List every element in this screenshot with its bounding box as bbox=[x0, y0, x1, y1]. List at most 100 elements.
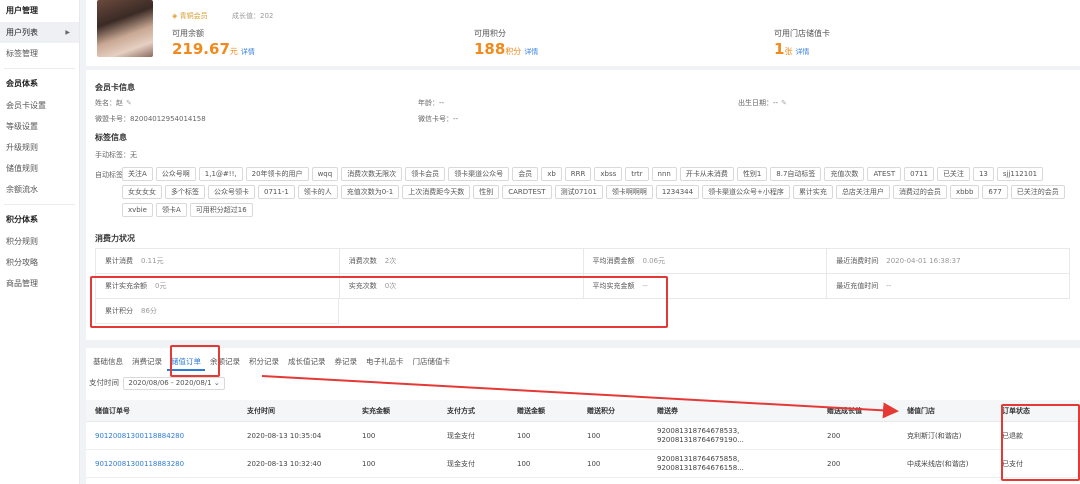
orders-table: 储值订单号 支付时间 实充金额 支付方式 赠送金额 赠送积分 赠送券 赠送成长值… bbox=[86, 400, 1080, 478]
date-range-value: 2020/08/06 - 2020/08/1 bbox=[128, 379, 212, 387]
column-header: 赠送成长值 bbox=[827, 407, 862, 415]
sidebar-item-stored-value-rules[interactable]: 储值规则 bbox=[0, 158, 79, 179]
sidebar-item-card-settings[interactable]: 会员卡设置 bbox=[0, 95, 79, 116]
auto-tag: 1234344 bbox=[655, 185, 700, 199]
amount-cell: 100 bbox=[362, 459, 376, 468]
sidebar-item-tag-manage[interactable]: 标签管理 bbox=[0, 43, 79, 64]
sidebar-item-upgrade-rules[interactable]: 升级规则 bbox=[0, 137, 79, 158]
points-detail-link[interactable]: 详情 bbox=[524, 48, 538, 56]
auto-tag: 充值次数为0-1 bbox=[340, 185, 400, 199]
table-row: 90120081300118884280 2020-08-13 10:35:04… bbox=[86, 422, 1080, 450]
auto-tag: 消费次数无限次 bbox=[341, 167, 403, 181]
balance-unit: 元 bbox=[229, 47, 238, 56]
stat-cell: 累计消费 0.11元 bbox=[95, 249, 339, 273]
auto-tag: xb bbox=[541, 167, 562, 181]
wechat-card-no: 微信卡号：-- bbox=[418, 115, 459, 123]
order-number-link[interactable]: 90120081300118883280 bbox=[86, 460, 238, 468]
auto-tag: xvbie bbox=[122, 203, 153, 217]
auto-tag: 公众号领卡 bbox=[208, 185, 255, 199]
store-cell: 克利斯汀(和谐店) bbox=[907, 431, 962, 440]
sidebar-item-points-rules[interactable]: 积分规则 bbox=[0, 231, 79, 252]
stat-label: 平均实充金额 bbox=[592, 282, 635, 290]
tab-store-cards[interactable]: 门店储值卡 bbox=[409, 353, 455, 371]
stored-cards-amount: 1 bbox=[774, 40, 785, 58]
column-header: 支付时间 bbox=[247, 407, 275, 415]
member-birthday: 出生日期：-- bbox=[738, 99, 779, 107]
auto-tag: 上次消费距今天数 bbox=[402, 185, 471, 199]
tab-consumption-records[interactable]: 消费记录 bbox=[128, 353, 166, 371]
date-range-input[interactable]: 2020/08/06 - 2020/08/1 ⌄ bbox=[123, 377, 225, 390]
column-header: 订单状态 bbox=[1002, 407, 1030, 415]
sidebar-item-label: 用户列表 bbox=[6, 28, 38, 37]
stat-cell: 平均消费金额 0.06元 bbox=[582, 249, 827, 273]
points-amount: 188 bbox=[474, 40, 506, 58]
sidebar-item-user-list[interactable]: 用户列表 ▶ bbox=[0, 22, 79, 43]
tab-stored-value-orders[interactable]: 储值订单 bbox=[167, 353, 205, 371]
consumption-row: 累计实充余额 0元 实充次数 0次 平均实充金额 -- 最近充值时间 -- bbox=[95, 274, 1070, 299]
member-card-info-title: 会员卡信息 bbox=[95, 83, 135, 92]
stat-label: 最近消费时间 bbox=[836, 257, 879, 265]
orders-card: 基础信息 消费记录 储值订单 余额记录 积分记录 成长值记录 券记录 电子礼品卡… bbox=[86, 348, 1080, 484]
column-header: 实充金额 bbox=[362, 407, 390, 415]
stored-cards-unit: 张 bbox=[784, 47, 793, 56]
edit-icon[interactable]: ✎ bbox=[781, 99, 787, 107]
stat-cell: 最近充值时间 -- bbox=[826, 274, 1070, 298]
order-number-link[interactable]: 90120081300118884280 bbox=[86, 432, 238, 440]
consumption-table: 累计消费 0.11元 消费次数 2次 平均消费金额 0.06元 最近消费时间 2020-… bbox=[95, 248, 1070, 324]
bonus-amount-cell: 100 bbox=[517, 431, 531, 440]
member-name: 姓名：赵 bbox=[95, 99, 123, 107]
sidebar-item-goods-manage[interactable]: 商品管理 bbox=[0, 273, 79, 294]
member-birthday-field: 出生日期：-- ✎ bbox=[738, 98, 787, 108]
stat-label: 累计实充余额 bbox=[105, 282, 147, 290]
balance-detail-link[interactable]: 详情 bbox=[241, 48, 255, 56]
bonus-coupon-cell: 920081318764675858, 920081318764676158..… bbox=[657, 454, 744, 472]
auto-tag: 累计实充 bbox=[792, 185, 833, 199]
auto-tag: wqq bbox=[311, 167, 339, 181]
avatar bbox=[97, 0, 153, 57]
sidebar: 用户管理 用户列表 ▶ 标签管理 会员体系 会员卡设置 等级设置 升级规则 储值… bbox=[0, 0, 80, 484]
pay-time-cell: 2020-08-13 10:32:40 bbox=[247, 459, 322, 468]
tab-gift-cards[interactable]: 电子礼品卡 bbox=[362, 353, 408, 371]
edit-icon[interactable]: ✎ bbox=[126, 99, 132, 107]
sidebar-item-balance-flow[interactable]: 余额流水 bbox=[0, 179, 79, 200]
tab-coupon-records[interactable]: 券记录 bbox=[331, 353, 362, 371]
auto-tag: 领卡渠道公众号 bbox=[448, 167, 510, 181]
auto-tag: 女女女女 bbox=[122, 185, 162, 199]
auto-tag: 已关注的会员 bbox=[1010, 185, 1065, 199]
column-header: 储值门店 bbox=[907, 407, 935, 415]
stored-cards-value: 1张 详情 bbox=[774, 40, 809, 58]
sidebar-item-level-settings[interactable]: 等级设置 bbox=[0, 116, 79, 137]
sidebar-item-points-guide[interactable]: 积分攻略 bbox=[0, 252, 79, 273]
tab-basic-info[interactable]: 基础信息 bbox=[89, 353, 127, 371]
sidebar-group-points: 积分体系 bbox=[6, 215, 38, 224]
tab-points-records[interactable]: 积分记录 bbox=[245, 353, 283, 371]
auto-tag: 20年领卡的用户 bbox=[245, 167, 309, 181]
record-tabs: 基础信息 消费记录 储值订单 余额记录 积分记录 成长值记录 券记录 电子礼品卡… bbox=[89, 353, 455, 371]
stat-cell: 实充次数 0次 bbox=[338, 274, 583, 298]
stored-cards-label: 可用门店储值卡 bbox=[774, 29, 830, 38]
member-info-card: 会员卡信息 姓名：赵 ✎ 年龄：-- 出生日期：-- ✎ 微盟卡号：82004012… bbox=[86, 70, 1080, 340]
stat-label: 累计消费 bbox=[105, 257, 133, 265]
column-header: 赠送积分 bbox=[587, 407, 615, 415]
auto-tags-list: 关注A 公众号啊 1,1@#!!, 20年领卡的用户 wqq 消费次数无限次 领卡会员 领卡渠… bbox=[122, 167, 1077, 221]
auto-tag: 测试07101 bbox=[554, 185, 603, 199]
tab-growth-records[interactable]: 成长值记录 bbox=[284, 353, 330, 371]
auto-tag: RRR bbox=[564, 167, 592, 181]
pay-method-cell: 现金支付 bbox=[447, 459, 475, 468]
stored-cards-detail-link[interactable]: 详情 bbox=[795, 48, 809, 56]
sidebar-group-user: 用户管理 bbox=[6, 6, 38, 15]
stat-label: 累计积分 bbox=[105, 307, 133, 315]
auto-tag: 0711 bbox=[904, 167, 934, 181]
manual-tags: 手动标签：无 bbox=[95, 151, 137, 159]
stat-cell: 累计实充余额 0元 bbox=[95, 274, 339, 298]
growth-value: 成长值：202 bbox=[232, 12, 274, 20]
stat-value: 0元 bbox=[155, 282, 167, 290]
auto-tag: 性别1 bbox=[736, 167, 768, 181]
bonus-growth-cell: 200 bbox=[827, 431, 841, 440]
pay-time-cell: 2020-08-13 10:35:04 bbox=[247, 431, 322, 440]
stat-cell: 累计积分 86分 bbox=[95, 299, 339, 323]
auto-tag: 领卡渠道公众号+小程序 bbox=[702, 185, 790, 199]
auto-tag: 677 bbox=[982, 185, 1008, 199]
stat-cell: 最近消费时间 2020-04-01 16:38:37 bbox=[826, 249, 1070, 273]
tab-balance-records[interactable]: 余额记录 bbox=[206, 353, 244, 371]
